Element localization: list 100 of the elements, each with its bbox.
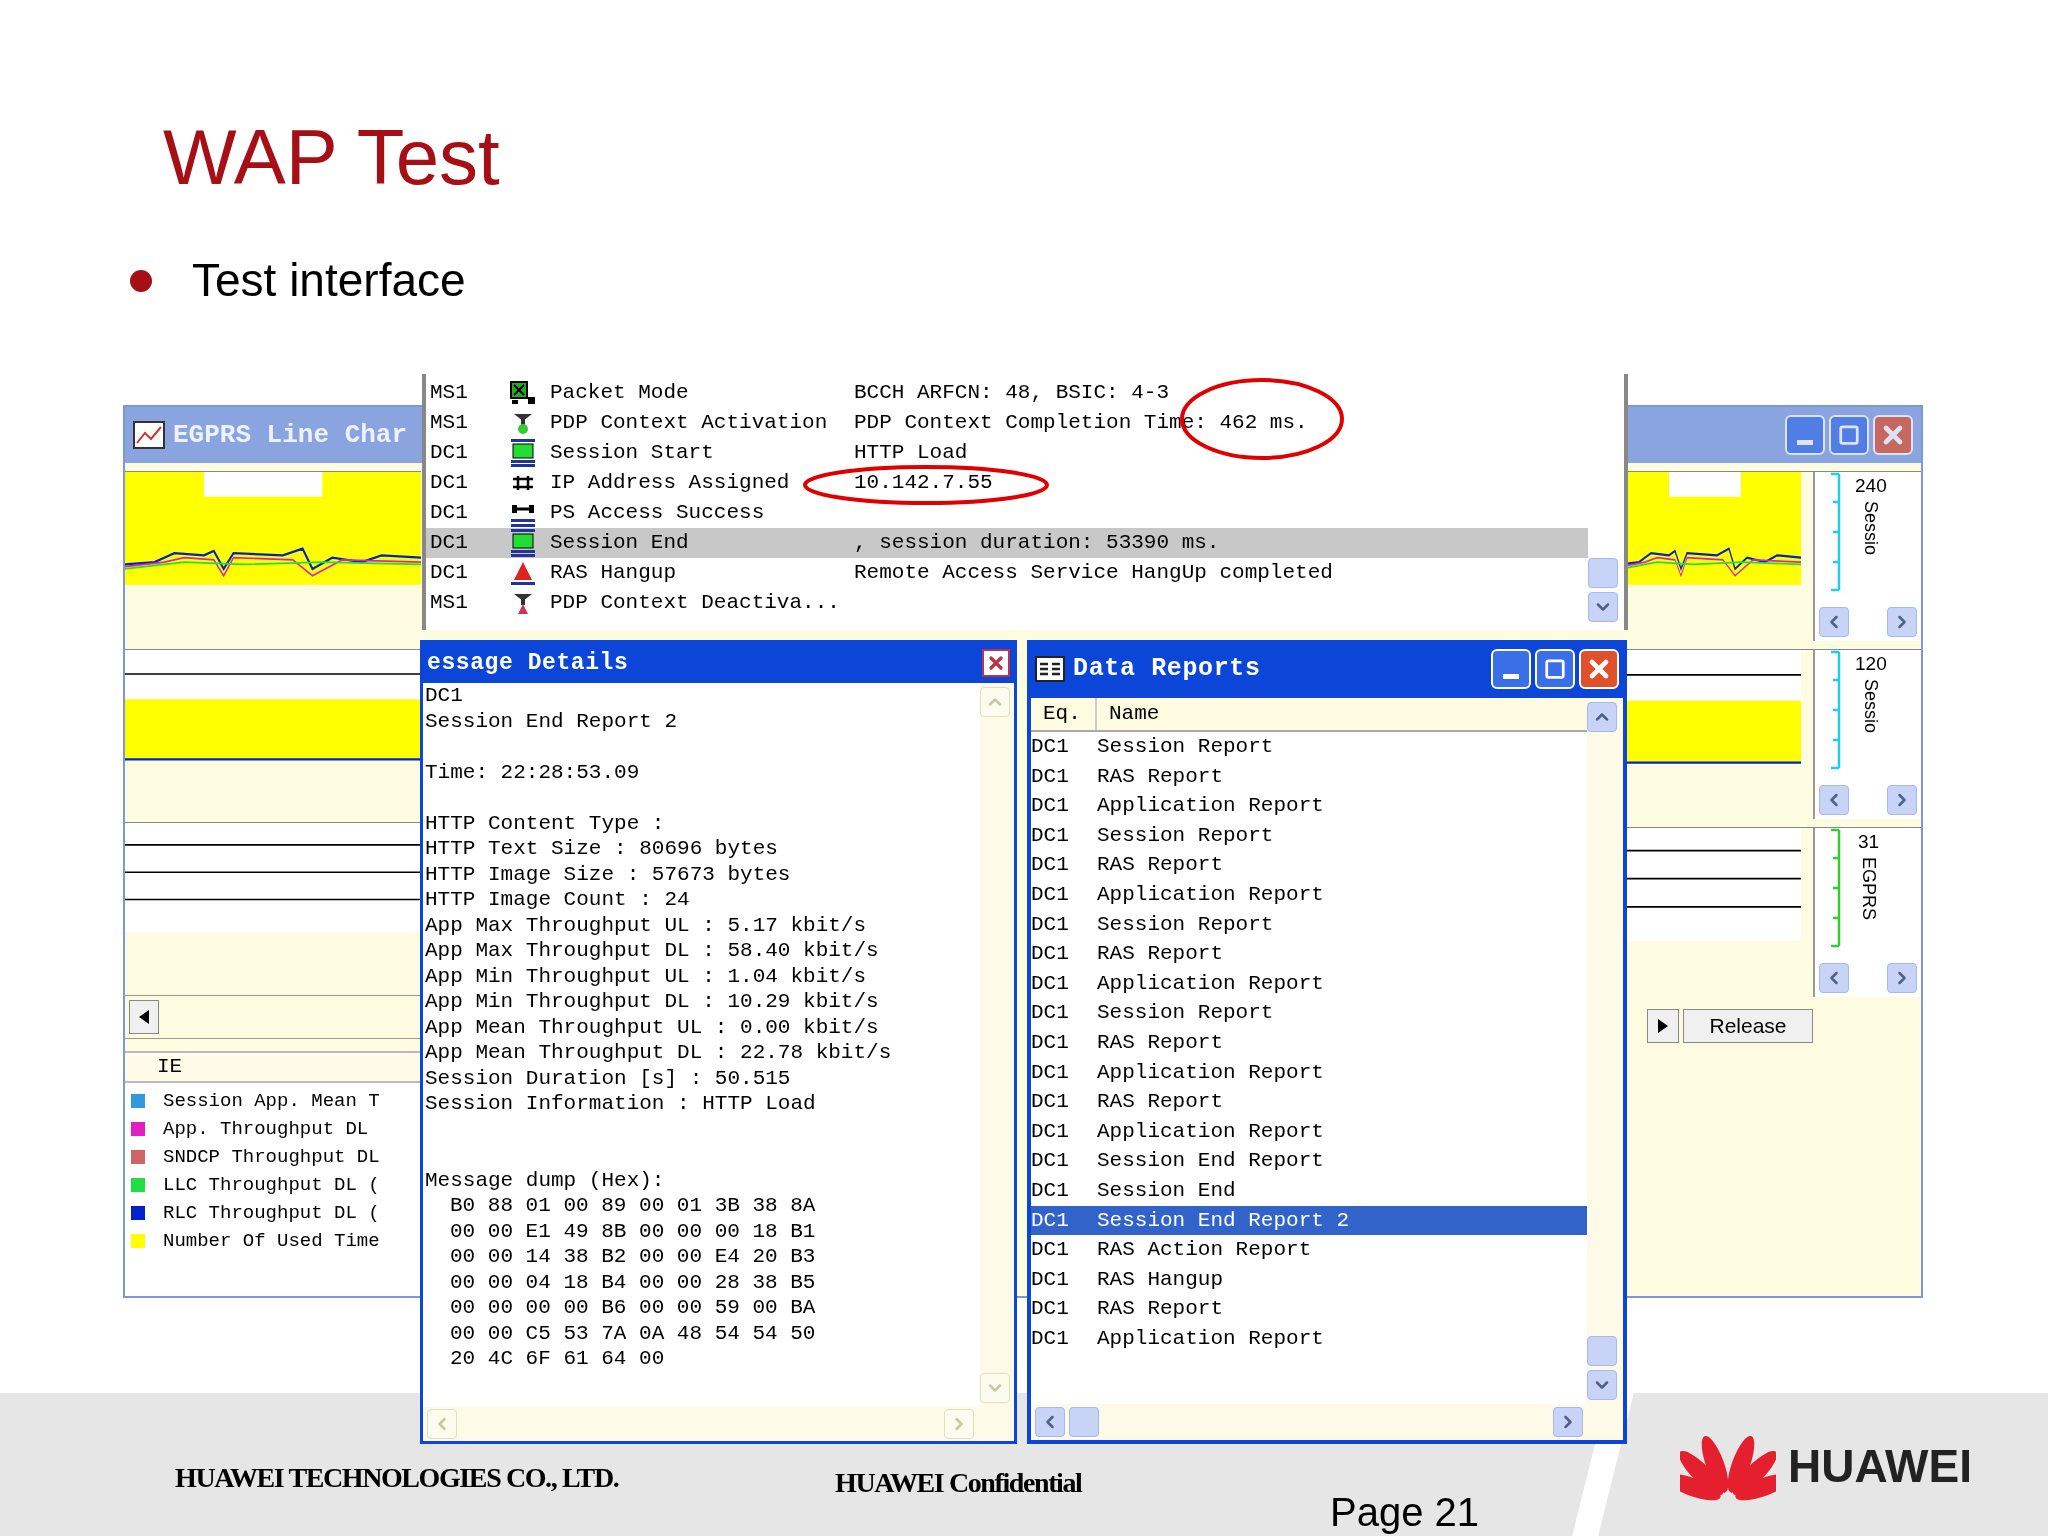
report-row[interactable]: DC1 RAS Report — [1031, 1087, 1587, 1117]
event-name: Session Start — [550, 440, 715, 467]
report-equipment: DC1 — [1031, 1325, 1070, 1352]
play-button[interactable] — [1647, 1009, 1679, 1043]
hex-line: 00 00 C5 53 7A 0A 48 54 54 50 — [449, 1320, 817, 1346]
report-name: RAS Report — [1097, 941, 1224, 968]
report-equipment: DC1 — [1031, 1237, 1070, 1264]
report-row[interactable]: DC1 Application Report — [1031, 1116, 1587, 1147]
report-name: RAS Report — [1097, 763, 1224, 790]
report-equipment: DC1 — [1031, 1059, 1070, 1086]
scroll-right-button[interactable] — [1887, 963, 1917, 993]
report-row[interactable]: DC1 Application Report — [1031, 791, 1587, 821]
triangle-left-icon — [139, 1010, 149, 1024]
detail-line: App Mean Throughput DL : 22.78 kbit/s — [425, 1040, 893, 1066]
report-equipment: DC1 — [1031, 1089, 1070, 1116]
axis-label: Sessio — [1860, 678, 1883, 733]
window-title: EGPRS Line Char — [173, 418, 408, 452]
report-row[interactable]: DC1 RAS Hangup — [1031, 1264, 1587, 1295]
report-row[interactable]: DC1 Session End Report — [1031, 1146, 1587, 1176]
scroll-right-button[interactable] — [1887, 607, 1917, 637]
legend-label: RLC Throughput DL ( — [163, 1200, 380, 1226]
report-row[interactable]: DC1 RAS Action Report — [1031, 1235, 1587, 1265]
hex-line: 00 00 E1 49 8B 00 00 00 18 B1 — [449, 1218, 817, 1244]
window-title: essage Details — [427, 648, 629, 678]
report-equipment: DC1 — [1031, 852, 1070, 879]
scroll-up-button[interactable] — [1587, 702, 1617, 732]
report-name: RAS Action Report — [1097, 1237, 1312, 1264]
report-row[interactable]: DC1 Session Report — [1031, 909, 1587, 940]
close-button[interactable] — [982, 649, 1010, 677]
report-row[interactable]: DC1 RAS Report — [1031, 1027, 1587, 1058]
report-row[interactable]: DC1 Application Report — [1031, 968, 1587, 999]
hex-line: 00 00 00 00 B6 00 00 59 00 BA — [449, 1295, 817, 1321]
report-row[interactable]: DC1 Session Report — [1031, 820, 1587, 851]
report-row[interactable]: DC1 Application Report — [1031, 1323, 1587, 1354]
event-name: Session End — [550, 530, 690, 557]
report-name: Application Report — [1097, 793, 1324, 820]
event-row[interactable]: DC1 Session End , session duration: 53390 ms. — [426, 528, 1588, 558]
event-row[interactable]: DC1 IP Address Assigned 10.142.7.55 — [426, 468, 1588, 498]
list-icon — [1035, 656, 1065, 682]
event-detail: , session duration: 53390 ms. — [854, 530, 1220, 557]
report-row[interactable]: DC1 RAS Report — [1031, 761, 1587, 792]
scroll-thumb[interactable] — [1069, 1407, 1099, 1437]
scroll-down-button[interactable] — [1588, 592, 1618, 622]
report-name: Session Report — [1097, 1000, 1274, 1027]
scroll-thumb[interactable] — [1588, 558, 1618, 588]
report-name: Session End Report — [1097, 1148, 1324, 1175]
report-equipment: DC1 — [1031, 911, 1070, 938]
company-name: HUAWEI TECHNOLOGIES CO., LTD. — [175, 1461, 619, 1495]
report-equipment: DC1 — [1031, 1266, 1070, 1293]
report-name: Application Report — [1097, 1325, 1324, 1352]
report-row[interactable]: DC1 Application Report — [1031, 879, 1587, 910]
event-row[interactable]: MS1 PDP Context Deactiva... — [426, 588, 1588, 618]
report-row[interactable]: DC1 Session Report — [1031, 732, 1587, 762]
report-row[interactable]: DC1 Session Report — [1031, 998, 1587, 1028]
scroll-thumb[interactable] — [1587, 1336, 1617, 1366]
event-equipment: DC1 — [429, 470, 469, 497]
column-header[interactable]: Eq. — [1031, 698, 1097, 730]
report-row[interactable]: DC1 RAS Report — [1031, 1294, 1587, 1324]
minimize-button[interactable] — [1785, 415, 1825, 455]
report-row[interactable]: DC1 RAS Report — [1031, 850, 1587, 880]
event-row[interactable]: DC1 PS Access Success — [426, 498, 1588, 528]
confidential-label: HUAWEI Confidential — [835, 1466, 1082, 1500]
report-row[interactable]: DC1 Session End — [1031, 1175, 1587, 1206]
play-icon — [1658, 1019, 1668, 1033]
event-detail: Remote Access Service HangUp completed — [854, 560, 1333, 587]
detail-line: Session End Report 2 — [425, 708, 679, 734]
report-name: Session End — [1097, 1177, 1236, 1204]
report-name: Application Report — [1097, 970, 1324, 997]
warning-icon — [510, 560, 536, 586]
report-name: Session Report — [1097, 734, 1274, 761]
report-equipment: DC1 — [1031, 1118, 1070, 1145]
scroll-down-button[interactable] — [1587, 1370, 1617, 1400]
event-row[interactable]: MS1 Packet Mode BCCH ARFCN: 48, BSIC: 4-3 — [426, 378, 1588, 408]
report-name: Application Report — [1097, 882, 1324, 908]
scroll-right-button[interactable] — [1887, 785, 1917, 815]
report-equipment: DC1 — [1031, 793, 1070, 820]
report-equipment: DC1 — [1031, 734, 1070, 761]
report-row[interactable]: DC1 Session End Report 2 — [1031, 1205, 1587, 1236]
column-header[interactable]: Name — [1097, 698, 1587, 730]
event-row[interactable]: DC1 RAS Hangup Remote Access Service HangUp completed — [426, 558, 1588, 588]
minimize-button[interactable] — [1491, 649, 1531, 689]
scroll-right-button[interactable] — [1553, 1407, 1583, 1437]
scroll-left-button[interactable] — [129, 1000, 159, 1034]
report-row[interactable]: DC1 Application Report — [1031, 1057, 1587, 1088]
legend-header: IE — [125, 1051, 421, 1083]
report-row[interactable]: DC1 RAS Report — [1031, 939, 1587, 969]
axis-label: Sessio — [1860, 500, 1883, 555]
report-equipment: DC1 — [1031, 970, 1070, 997]
event-name: IP Address Assigned — [550, 470, 791, 497]
detail-line: App Min Throughput DL : 10.29 kbit/s — [425, 989, 880, 1015]
event-row[interactable]: DC1 Session Start HTTP Load — [426, 438, 1588, 468]
chart-icon — [133, 421, 165, 449]
report-name: Application Report — [1097, 1059, 1324, 1086]
window-title: Data Reports — [1073, 653, 1261, 686]
release-button[interactable]: Release — [1683, 1009, 1813, 1043]
event-detail: HTTP Load — [854, 440, 968, 467]
maximize-button[interactable] — [1829, 415, 1869, 455]
report-equipment: DC1 — [1031, 1030, 1070, 1056]
report-equipment: DC1 — [1031, 882, 1070, 908]
maximize-button[interactable] — [1535, 649, 1575, 689]
